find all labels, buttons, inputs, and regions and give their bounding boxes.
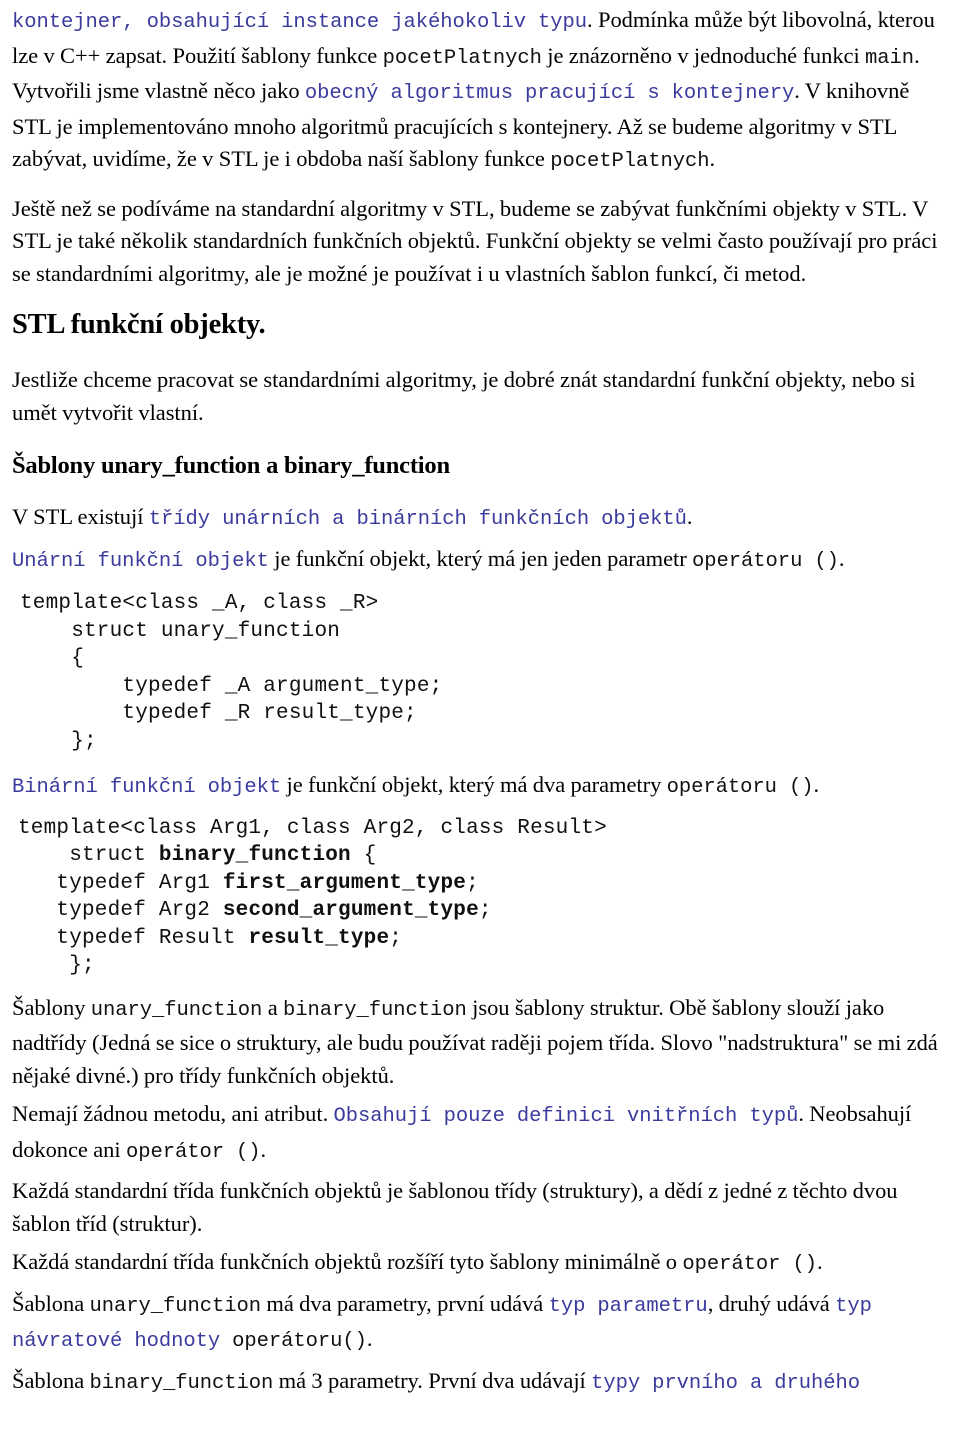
inline-code-unary-function: unary_function <box>90 998 263 1022</box>
inline-code-typy-prvniho-a-druheho: typy prvního a druhého <box>591 1371 861 1395</box>
code-line: typedef _R result_type; <box>20 702 417 725</box>
paragraph-text-run: a <box>262 994 283 1020</box>
paragraph-text-run: . <box>816 1249 823 1274</box>
inline-code-operator-2: operátor () <box>682 1253 817 1276</box>
paragraph-text-run: je funkční objekt, který má jen jeden pa… <box>268 545 693 571</box>
code-line: template<class _A, class _R> <box>20 592 379 615</box>
code-line: { <box>20 647 85 670</box>
code-line: }; <box>20 729 97 753</box>
code-identifier-binary-function: binary_function <box>158 844 351 867</box>
code-line: template<class Arg1, class Arg2, class R… <box>18 816 607 840</box>
section-heading-sablony: Šablony unary_function a binary_function <box>12 452 450 479</box>
code-line-part: { <box>350 844 377 867</box>
paragraph-binary-definition: Binární funkční objekt je funkční objekt… <box>12 769 950 805</box>
inline-code-unarni-funkcni-objekt: Unární funkční objekt <box>12 549 269 573</box>
code-identifier-first-argument-type: first_argument_type <box>222 871 467 895</box>
code-identifier-second-argument-type: second_argument_type <box>222 899 479 922</box>
inline-code-operatoru: operátoru () <box>692 549 839 573</box>
code-line-part: typedef Arg1 <box>18 871 223 895</box>
inline-code-operatoru-3: operátoru() <box>220 1330 367 1353</box>
inline-code-operator: operátor () <box>125 1140 261 1164</box>
inline-code-pocetplatnych-2: pocetPlatnych <box>550 150 710 173</box>
inline-code-typ-parametru: typ parametru <box>548 1294 708 1318</box>
paragraph-inherits-from-templates: Každá standardní třída funkčních objektů… <box>12 1178 898 1236</box>
code-line-part: ; <box>478 899 492 922</box>
paragraph-functional-objects-intro: Ještě než se podíváme na standardní algo… <box>12 195 938 286</box>
paragraph-text-run: . <box>686 504 693 529</box>
paragraph-text-run: . <box>709 146 716 171</box>
code-line-part: ; <box>466 871 479 895</box>
inline-code-pocetplatnych: pocetPlatnych <box>382 46 542 70</box>
paragraph-text-run: má dva parametry, první udává <box>261 1290 549 1316</box>
page-heading-stl-funkcni-objekty: STL funkční objekty. <box>12 309 266 340</box>
paragraph-extends-operator: Každá standardní třída funkčních objektů… <box>12 1246 950 1282</box>
paragraph-intro-container: kontejner, obsahující instance jakéhokol… <box>12 4 950 179</box>
inline-code-obsahuji-pouze: Obsahují pouze definici vnitřních typů <box>333 1105 799 1128</box>
paragraph-text-run: . <box>260 1136 267 1162</box>
code-identifier-result-type: result_type <box>248 926 390 950</box>
code-line-part: ; <box>389 926 403 950</box>
paragraph-text-run: . <box>838 545 845 571</box>
code-block-unary-function: template<class _A, class _R> struct unar… <box>20 590 950 755</box>
paragraph-text-run: Nemají žádnou metodu, ani atribut. <box>12 1101 334 1126</box>
code-line: typedef _A argument_type; <box>20 674 443 698</box>
inline-code-obecny-algoritmus: obecný algoritmus pracující s kontejnery <box>304 82 795 105</box>
paragraph-templates-are-structs: Šablony unary_function a binary_function… <box>12 992 950 1093</box>
code-line: }; <box>18 954 95 977</box>
paragraph-text-run: je funkční objekt, který má dva parametr… <box>281 772 667 797</box>
paragraph-text-run: Šablony <box>12 994 91 1020</box>
inline-code-binarni-funkcni-objekt: Binární funkční objekt <box>12 776 282 799</box>
paragraph-text-run: je znázorněno v jednoduché funkci <box>541 42 866 68</box>
paragraph-text-run: Šablona <box>12 1290 90 1316</box>
code-line-part: struct <box>18 844 159 867</box>
code-line: struct unary_function <box>20 619 341 643</box>
inline-code-unary-function-2: unary_function <box>89 1294 262 1318</box>
inline-code-kontejner: kontejner, obsahující instance jakéhokol… <box>12 11 588 34</box>
inline-code-tridy-unarnich: třídy unárních a binárních funkčních obj… <box>148 508 687 531</box>
document-page: kontejner, obsahující instance jakéhokol… <box>0 0 960 1440</box>
inline-code-operatoru-2: operátoru () <box>666 776 814 799</box>
code-line-part: typedef Result <box>18 926 249 950</box>
paragraph-text-run: . <box>366 1326 373 1351</box>
paragraph-text-run: Šablona <box>12 1367 90 1393</box>
paragraph-text-run: má 3 parametry. První dva udávají <box>273 1367 592 1393</box>
paragraph-unary-binary-classes: V STL existují třídy unárních a binárníc… <box>12 501 950 537</box>
paragraph-binary-parameters: Šablona binary_function má 3 parametry. … <box>12 1365 950 1401</box>
paragraph-text-run: . <box>813 772 820 797</box>
inline-code-binary-function-2: binary_function <box>89 1371 274 1395</box>
paragraph-text-run: V STL existují <box>12 504 149 529</box>
inline-code-binary-function: binary_function <box>283 998 467 1022</box>
paragraph-know-standard-objects: Jestliže chceme pracovat se standardními… <box>12 367 916 425</box>
paragraph-unary-parameters: Šablona unary_function má dva parametry,… <box>12 1288 950 1359</box>
paragraph-unary-definition: Unární funkční objekt je funkční objekt,… <box>12 543 950 579</box>
code-line-part: typedef Arg2 <box>18 899 223 922</box>
paragraph-no-methods: Nemají žádnou metodu, ani atribut. Obsah… <box>12 1098 950 1169</box>
inline-code-main: main <box>865 46 915 70</box>
paragraph-text-run: Každá standardní třída funkčních objektů… <box>12 1249 683 1274</box>
code-block-binary-function: template<class Arg1, class Arg2, class R… <box>18 815 950 980</box>
paragraph-text-run: , druhý udává <box>707 1290 836 1316</box>
